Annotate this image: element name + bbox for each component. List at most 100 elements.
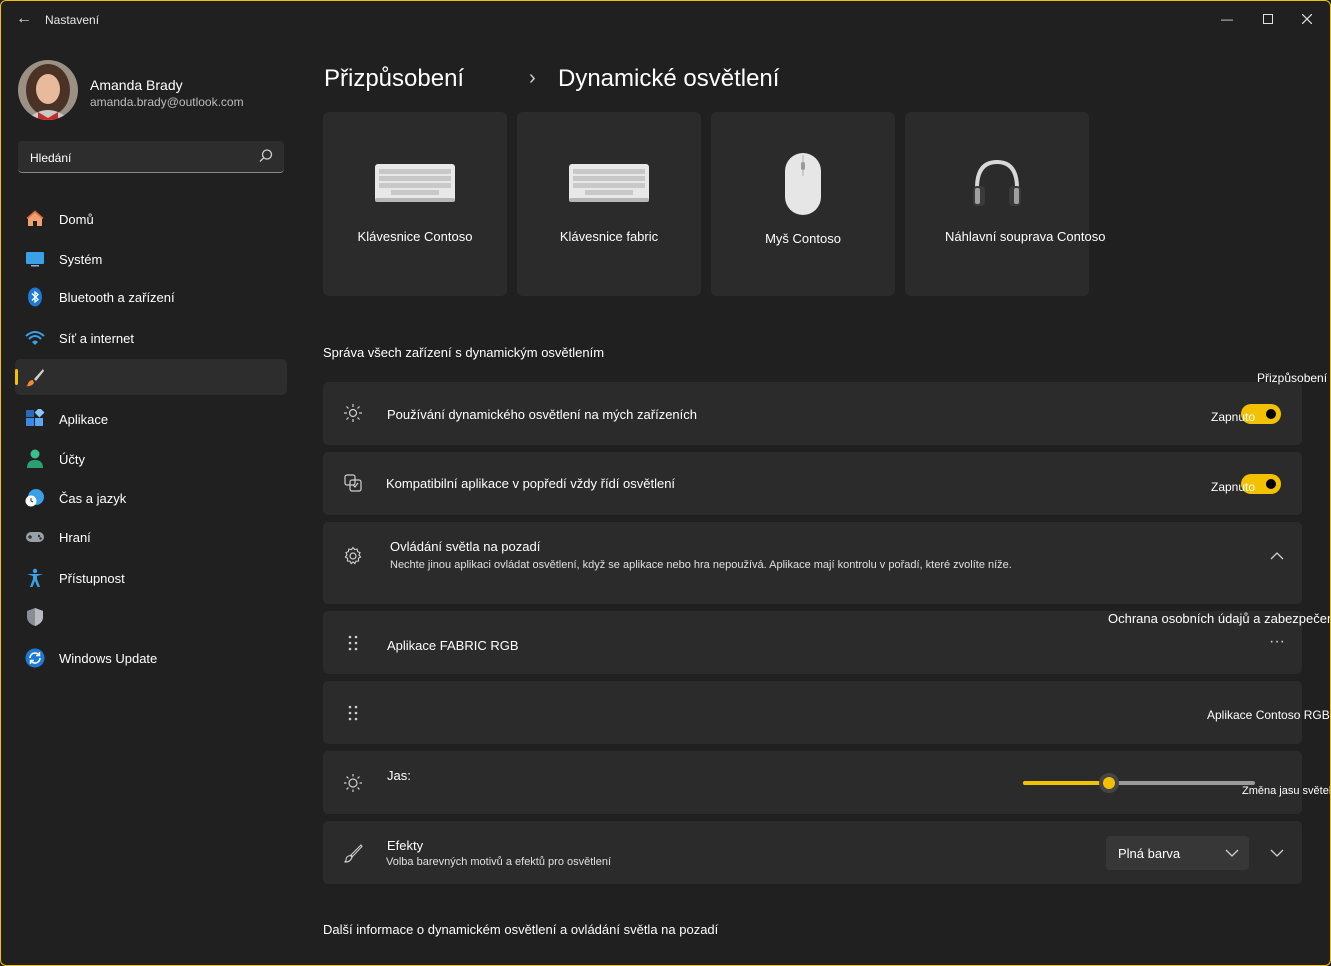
brightness-change-label: Změna jasu světel [1242, 785, 1331, 797]
chevron-up-icon[interactable] [1269, 550, 1285, 562]
device-card-contoso-mouse[interactable]: Myš Contoso [711, 112, 895, 296]
brightness-icon [344, 774, 362, 792]
window-title: Nastavení [45, 13, 100, 27]
close-icon [1301, 13, 1313, 25]
breadcrumb-parent[interactable]: Přizpůsobení [324, 65, 464, 93]
nav-item-system[interactable]: Systém [15, 241, 287, 277]
search-text: Hledání [30, 151, 72, 165]
nav-label: Bluetooth a zařízení [59, 290, 175, 305]
paintbrush-icon [26, 369, 44, 387]
bluetooth-icon [28, 287, 42, 307]
nav-label: Systém [59, 252, 103, 267]
dropdown-value: Plná barva [1118, 846, 1181, 861]
nav-item-network[interactable]: Síť a internet [15, 320, 287, 356]
accessibility-icon [27, 568, 43, 587]
row-title: Kompatibilní aplikace v popředí vždy říd… [386, 476, 676, 491]
row-title: Ovládání světla na pozadí [390, 539, 541, 554]
nav-label: Hraní [59, 530, 91, 545]
device-label: Náhlavní souprava Contoso [945, 229, 1106, 244]
shield-icon [27, 608, 43, 626]
mouse-icon [785, 153, 821, 215]
person-icon [27, 449, 43, 468]
keyboard-icon [375, 164, 455, 202]
device-card-contoso-keyboard[interactable]: Klávesnice Contoso [323, 112, 507, 296]
search-icon[interactable] [258, 148, 274, 164]
use-dynamic-lighting-row: Používání dynamického osvětlení na mých … [323, 382, 1302, 445]
device-label: Klávesnice fabric [559, 229, 659, 244]
app-contoso-rgb-row[interactable] [323, 681, 1302, 744]
nav-item-accounts[interactable]: Účty [15, 441, 287, 477]
toggle-knob [1266, 479, 1276, 489]
nav-label: Síť a internet [59, 331, 134, 346]
slider-thumb[interactable] [1098, 773, 1119, 793]
drag-handle-icon[interactable] [345, 704, 361, 722]
app-overlap-icon [344, 474, 362, 492]
more-options-button[interactable]: ··· [1269, 633, 1285, 651]
section-title: Správa všech zařízení s dynamickým osvět… [323, 345, 605, 360]
keyboard-icon [569, 164, 649, 202]
nav-item-accessibility[interactable]: Přístupnost [15, 560, 287, 596]
device-card-contoso-headset[interactable]: Náhlavní souprava Contoso [905, 112, 1105, 296]
device-card-fabric-keyboard[interactable]: Klávesnice fabric [517, 112, 701, 296]
toggle-knob [1266, 409, 1276, 419]
close-button[interactable] [1293, 9, 1321, 29]
learn-more-link[interactable]: Další informace o dynamickém osvětlení a… [323, 922, 718, 937]
effects-row: Efekty Volba barevných motivů a efektů p… [323, 821, 1302, 884]
privacy-label: Ochrana osobních údajů a zabezpečení [1108, 611, 1331, 626]
settings-window: ← Nastavení — Amanda Brady amanda.brady@… [0, 0, 1331, 966]
light-burst-icon [344, 404, 362, 422]
row-subtitle: Volba barevných motivů a efektů pro osvě… [386, 856, 612, 868]
nav-item-bluetooth[interactable]: Bluetooth a zařízení [15, 279, 287, 315]
nav-label: Aplikace [59, 412, 109, 427]
maximize-icon [1263, 14, 1273, 24]
nav-item-time-language[interactable]: Čas a jazyk [15, 480, 287, 516]
selection-indicator [15, 369, 18, 385]
row-title: Jas: [387, 768, 411, 783]
effects-dropdown[interactable]: Plná barva [1106, 836, 1249, 870]
device-label: Myš Contoso [765, 231, 841, 246]
nav-item-personalization[interactable] [15, 359, 287, 395]
nav-item-privacy[interactable] [15, 599, 287, 635]
nav-label: Účty [59, 452, 85, 467]
chevron-down-icon [1225, 849, 1239, 857]
breadcrumb-chevron-icon: › [529, 67, 536, 89]
back-button[interactable]: ← [15, 9, 33, 29]
nav-item-gaming[interactable]: Hraní [15, 519, 287, 555]
minimize-button[interactable]: — [1213, 9, 1241, 29]
brightness-slider[interactable] [1023, 773, 1255, 793]
slider-thumb-inner [1102, 777, 1115, 789]
slider-fill [1023, 781, 1109, 785]
monitor-icon [26, 252, 44, 267]
nav-label: Čas a jazyk [59, 491, 127, 506]
device-label: Klávesnice Contoso [357, 229, 473, 244]
maximize-button[interactable] [1254, 9, 1282, 29]
update-icon [25, 648, 45, 668]
user-email: amanda.brady@outlook.com [90, 95, 244, 109]
row-subtitle: Nechte jinou aplikaci ovládat osvětlení,… [390, 559, 1012, 571]
search-input[interactable]: Hledání [18, 141, 284, 173]
toggle-state: Zapnuto [1211, 410, 1256, 424]
brightness-row: Jas: [323, 751, 1302, 814]
drag-handle-icon[interactable] [345, 634, 361, 652]
personalization-label: Přizpůsobení [1257, 371, 1328, 385]
gear-icon [344, 546, 362, 565]
toggle-state: Zapnuto [1211, 480, 1256, 494]
clock-globe-icon [25, 489, 44, 507]
compatible-apps-row: Kompatibilní aplikace v popředí vždy říd… [323, 452, 1302, 515]
avatar[interactable] [18, 60, 78, 120]
contoso-rgb-label: Aplikace Contoso RGB [1207, 708, 1330, 722]
nav-label: Přístupnost [59, 571, 125, 586]
nav-item-home[interactable]: Domů [15, 201, 287, 237]
nav-item-apps[interactable]: Aplikace [15, 401, 287, 437]
gamepad-icon [26, 532, 44, 542]
nav-item-windows-update[interactable]: Windows Update [15, 640, 287, 676]
row-title: Aplikace FABRIC RGB [387, 638, 519, 653]
background-control-row[interactable]: Ovládání světla na pozadí Nechte jinou a… [323, 522, 1302, 604]
nav-label: Windows Update [59, 651, 158, 666]
home-icon [26, 210, 44, 226]
chevron-down-icon[interactable] [1269, 847, 1285, 859]
brush-icon [344, 844, 363, 863]
user-name: Amanda Brady [90, 77, 183, 93]
minimize-icon: — [1221, 12, 1233, 26]
row-title: Používání dynamického osvětlení na mých … [387, 407, 697, 422]
